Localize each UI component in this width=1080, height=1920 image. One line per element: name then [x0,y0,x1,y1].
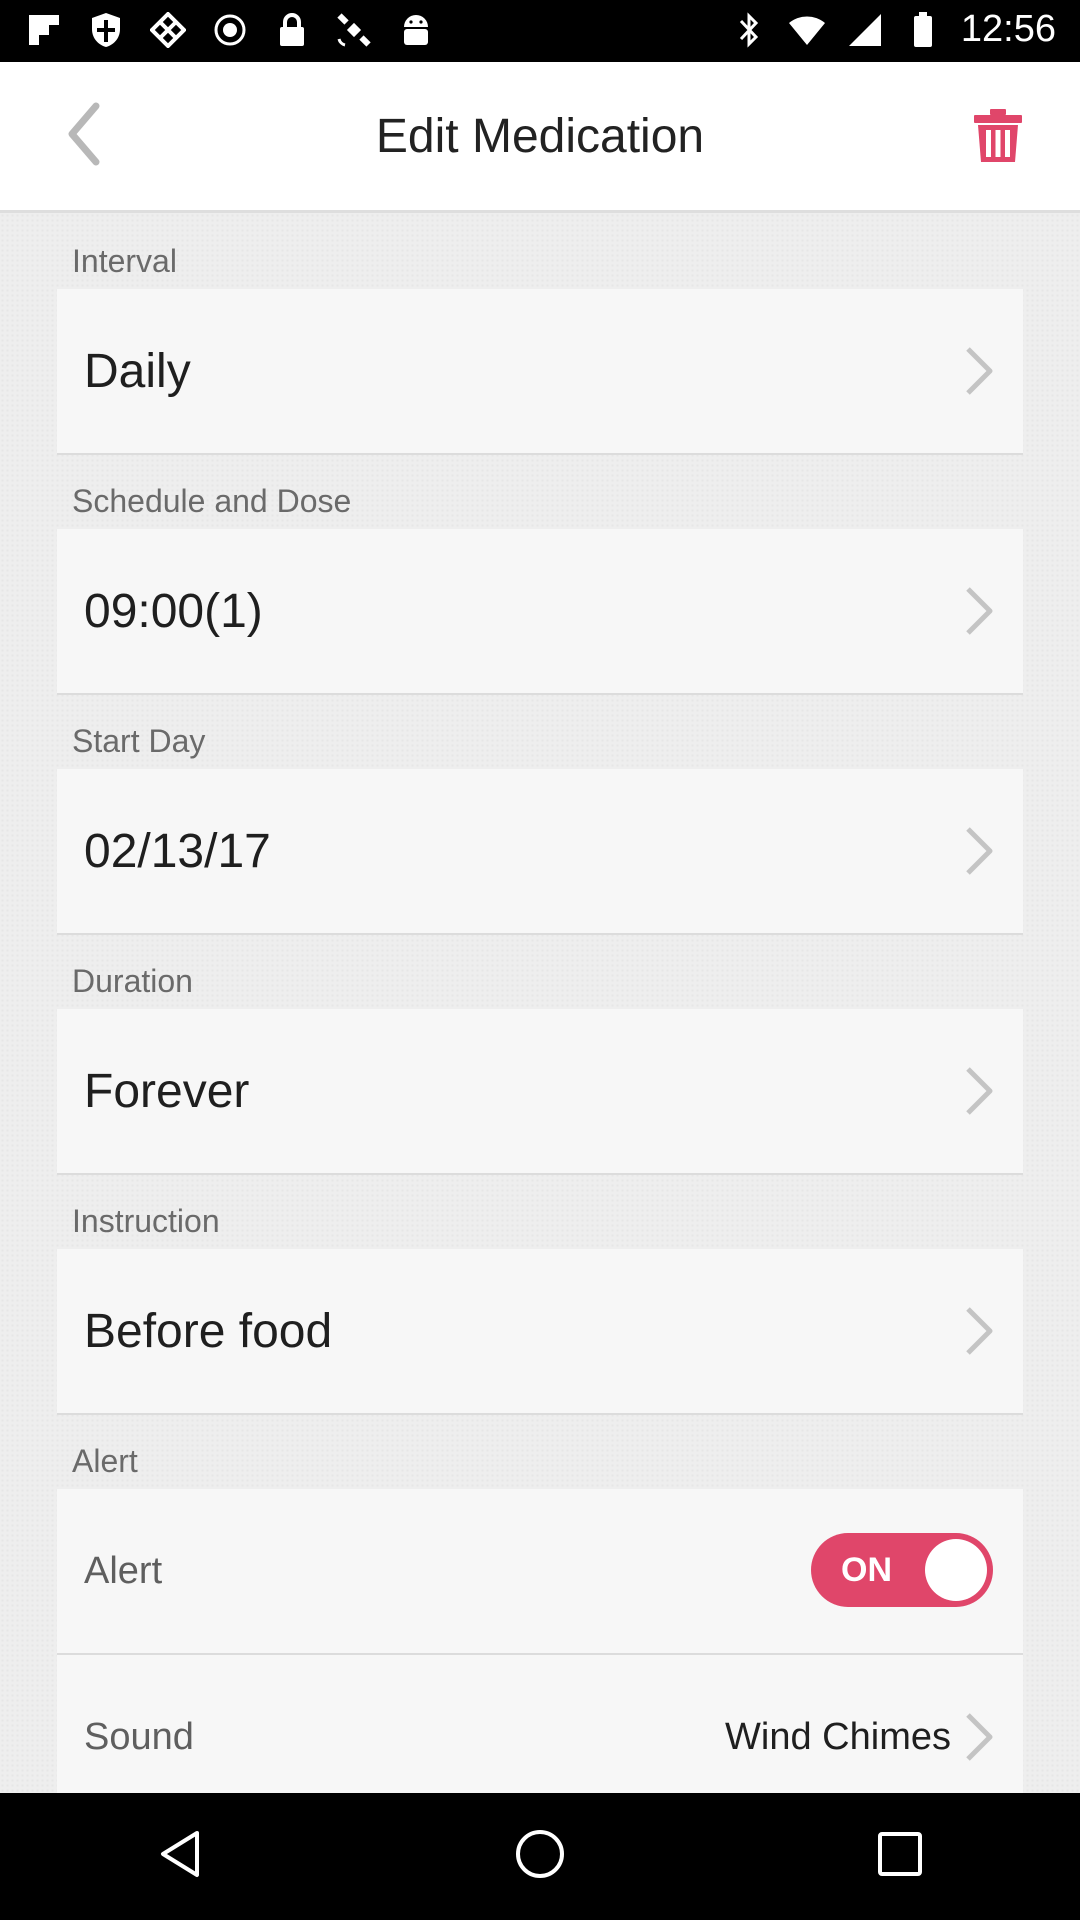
alert-toggle[interactable]: ON [811,1533,993,1607]
section-label-alert: Alert [72,1443,138,1479]
chevron-right-icon [961,1061,997,1121]
lock-icon [272,10,312,50]
chevron-right-icon [961,1707,997,1767]
back-button[interactable] [52,100,116,172]
record-icon [210,10,250,50]
sound-label: Sound [84,1715,194,1758]
nav-home-button[interactable] [490,1807,590,1907]
shield-icon [86,10,126,50]
navigation-bar [0,1793,1080,1920]
start-day-value: 02/13/17 [84,824,271,878]
satellite-icon [334,10,374,50]
chevron-right-icon [961,581,997,641]
battery-icon [903,10,943,50]
flipboard-icon [24,10,64,50]
app-header: Edit Medication [0,62,1080,213]
sound-row[interactable]: Sound Wind Chimes [57,1655,1023,1793]
section-label-interval: Interval [72,243,177,279]
chevron-right-icon [961,1301,997,1361]
bluetooth-icon [729,10,769,50]
interval-row[interactable]: Daily [57,289,1023,455]
instruction-row[interactable]: Before food [57,1249,1023,1415]
chevron-left-icon [64,102,104,171]
medication-form: Interval Daily Schedule and Dose 09:00(1… [0,213,1080,1793]
schedule-value: 09:00(1) [84,584,263,638]
delete-button[interactable] [968,106,1028,170]
sound-value: Wind Chimes [725,1715,951,1758]
trash-icon [972,108,1024,169]
signal-icon [845,10,885,50]
interval-value: Daily [84,344,191,398]
alert-row-label: Alert [84,1549,163,1592]
section-label-schedule: Schedule and Dose [72,483,352,519]
nav-back-button[interactable] [130,1807,230,1907]
chevron-right-icon [961,341,997,401]
schedule-row[interactable]: 09:00(1) [57,529,1023,695]
wifi-icon [787,10,827,50]
section-label-instruction: Instruction [72,1203,220,1239]
status-bar: 12:56 [0,0,1080,62]
nav-home-icon [513,1827,567,1886]
android-icon [396,10,436,50]
duration-value: Forever [84,1064,250,1118]
nav-recents-icon [875,1829,925,1884]
diamond-app-icon [148,10,188,50]
section-label-start-day: Start Day [72,723,206,759]
duration-row[interactable]: Forever [57,1009,1023,1175]
page-title: Edit Medication [375,109,705,163]
nav-recents-button[interactable] [850,1807,950,1907]
status-time: 12:56 [960,8,1056,50]
start-day-row[interactable]: 02/13/17 [57,769,1023,935]
toggle-knob [925,1539,987,1601]
nav-back-icon [153,1827,207,1886]
instruction-value: Before food [84,1304,333,1358]
chevron-right-icon [961,821,997,881]
alert-row: Alert ON [57,1489,1023,1655]
section-label-duration: Duration [72,963,193,999]
toggle-on-text: ON [841,1550,892,1589]
